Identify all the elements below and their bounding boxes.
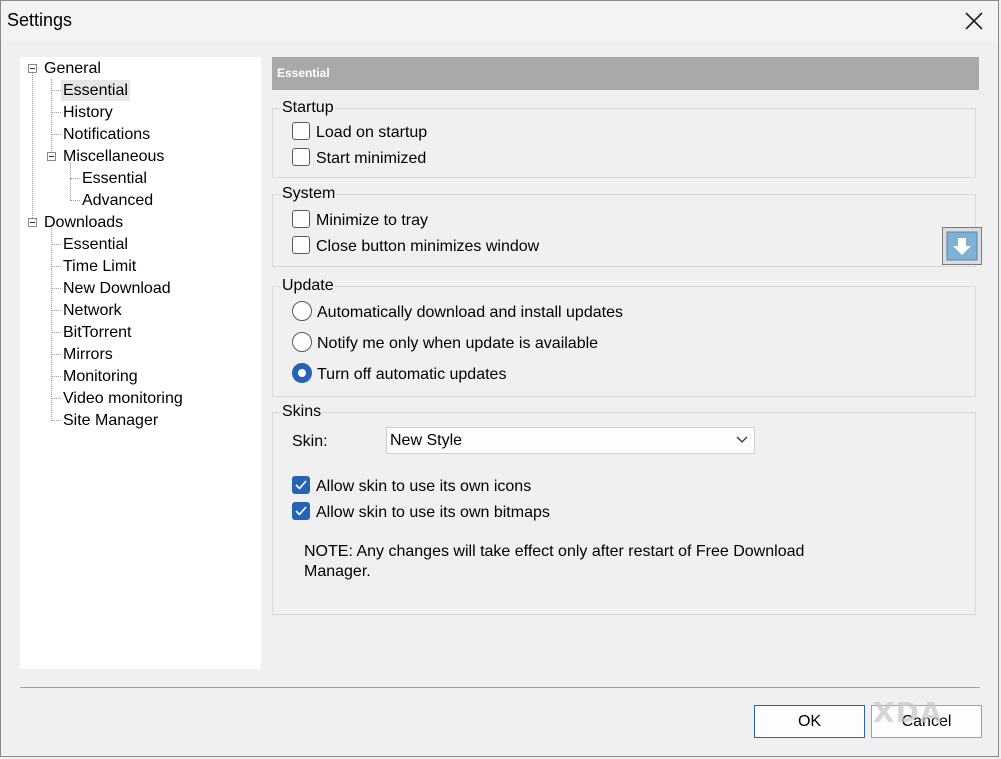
tree-item-downloads-essential[interactable]: Essential [61, 234, 130, 255]
skin-select-value: New Style [390, 432, 463, 449]
restart-note: NOTE: Any changes will take effect only … [304, 543, 805, 580]
tree-connector [51, 134, 61, 135]
checkbox-box [292, 235, 310, 254]
checkbox-label: Load on startup [316, 124, 428, 141]
xda-watermark: XDA [873, 696, 943, 729]
footer-separator [20, 687, 980, 688]
tree-connector [70, 200, 80, 201]
checkbox-label: Minimize to tray [316, 212, 429, 229]
tree-item-site-manager[interactable]: Site Manager [61, 410, 160, 431]
tree-item-history[interactable]: History [61, 102, 115, 123]
tree-connector [51, 288, 61, 289]
tree-connector [51, 266, 61, 267]
tree-item-video-monitoring[interactable]: Video monitoring [61, 388, 185, 409]
tree-connector [51, 79, 52, 159]
download-arrow-icon[interactable] [942, 227, 982, 265]
checkbox-box [292, 209, 310, 228]
system-group: System Minimize to tray Close button min… [272, 185, 976, 267]
checkmark-icon [295, 506, 307, 516]
settings-window: Settings General Essential History Notif… [0, 0, 999, 757]
tree-connector [51, 310, 61, 311]
tree-item-downloads[interactable]: Downloads [42, 212, 125, 233]
settings-tree: General Essential History Notifications … [20, 57, 261, 669]
skin-own-bitmaps-checkbox[interactable]: Allow skin to use its own bitmaps [292, 501, 550, 524]
checkbox-label: Start minimized [316, 150, 427, 167]
auto-install-radio[interactable]: Automatically download and install updat… [292, 300, 623, 324]
skins-group-label: Skins [281, 403, 323, 421]
checkbox-box-checked [292, 475, 310, 494]
tree-item-new-download[interactable]: New Download [61, 278, 173, 299]
radio-circle [292, 331, 312, 352]
expander-general[interactable] [28, 64, 37, 73]
checkbox-label: Allow skin to use its own icons [316, 478, 532, 495]
tree-connector [51, 90, 61, 91]
tree-connector [51, 398, 61, 399]
startup-group: Startup Load on startup Start minimized [272, 99, 976, 178]
checkbox-label: Allow skin to use its own bitmaps [316, 504, 550, 521]
tree-connector [51, 376, 61, 377]
window-title: Settings [7, 10, 73, 30]
radio-circle-selected [292, 362, 312, 383]
radio-circle [292, 300, 312, 321]
checkbox-label: Close button minimizes window [316, 238, 540, 255]
tree-item-miscellaneous[interactable]: Miscellaneous [61, 146, 166, 167]
tree-connector [32, 73, 33, 222]
tree-connector [51, 420, 61, 421]
tree-item-general[interactable]: General [42, 58, 103, 79]
tree-connector [51, 244, 61, 245]
panel-header: Essential [272, 57, 979, 90]
expander-miscellaneous[interactable] [47, 152, 56, 161]
radio-label: Automatically download and install updat… [317, 304, 623, 321]
tree-item-mirrors[interactable]: Mirrors [61, 344, 115, 365]
tree-connector [70, 162, 71, 200]
checkbox-box [292, 121, 310, 140]
radio-label: Turn off automatic updates [317, 366, 507, 383]
minimize-to-tray-checkbox[interactable]: Minimize to tray [292, 209, 429, 232]
tree-item-monitoring[interactable]: Monitoring [61, 366, 140, 387]
start-minimized-checkbox[interactable]: Start minimized [292, 147, 427, 170]
ok-button[interactable]: OK [754, 705, 865, 738]
checkbox-box-checked [292, 501, 310, 520]
tree-connector [51, 112, 61, 113]
notify-only-radio[interactable]: Notify me only when update is available [292, 331, 599, 355]
arrow-down-icon [946, 231, 978, 261]
load-on-startup-checkbox[interactable]: Load on startup [292, 121, 428, 144]
expander-downloads[interactable] [28, 218, 37, 227]
tree-item-time-limit[interactable]: Time Limit [61, 256, 138, 277]
skin-label: Skin: [292, 433, 328, 450]
tree-item-notifications[interactable]: Notifications [61, 124, 152, 145]
tree-connector [70, 178, 80, 179]
tree-connector [51, 228, 52, 421]
system-group-label: System [281, 185, 337, 203]
update-group-label: Update [281, 277, 335, 295]
skin-own-icons-checkbox[interactable]: Allow skin to use its own icons [292, 475, 532, 498]
turn-off-updates-radio[interactable]: Turn off automatic updates [292, 362, 507, 386]
tree-item-misc-advanced[interactable]: Advanced [80, 190, 155, 211]
checkbox-box [292, 147, 310, 166]
skin-select[interactable]: New Style [386, 427, 755, 454]
checkmark-icon [295, 480, 307, 490]
tree-connector [51, 354, 61, 355]
chevron-down-icon [736, 436, 748, 443]
tree-item-misc-essential[interactable]: Essential [80, 168, 149, 189]
close-icon [965, 12, 983, 30]
radio-label: Notify me only when update is available [317, 335, 599, 352]
tree-connector [51, 332, 61, 333]
tree-item-bittorrent[interactable]: BitTorrent [61, 322, 133, 343]
close-button[interactable] [950, 1, 998, 41]
close-minimizes-checkbox[interactable]: Close button minimizes window [292, 235, 540, 258]
tree-item-network[interactable]: Network [61, 300, 124, 321]
tree-item-general-essential[interactable]: Essential [61, 80, 130, 101]
skins-group: Skins Skin: New Style Allow skin to use … [272, 403, 976, 615]
update-group: Update Automatically download and instal… [272, 277, 976, 397]
title-bar: Settings [1, 1, 998, 41]
startup-group-label: Startup [281, 99, 335, 117]
